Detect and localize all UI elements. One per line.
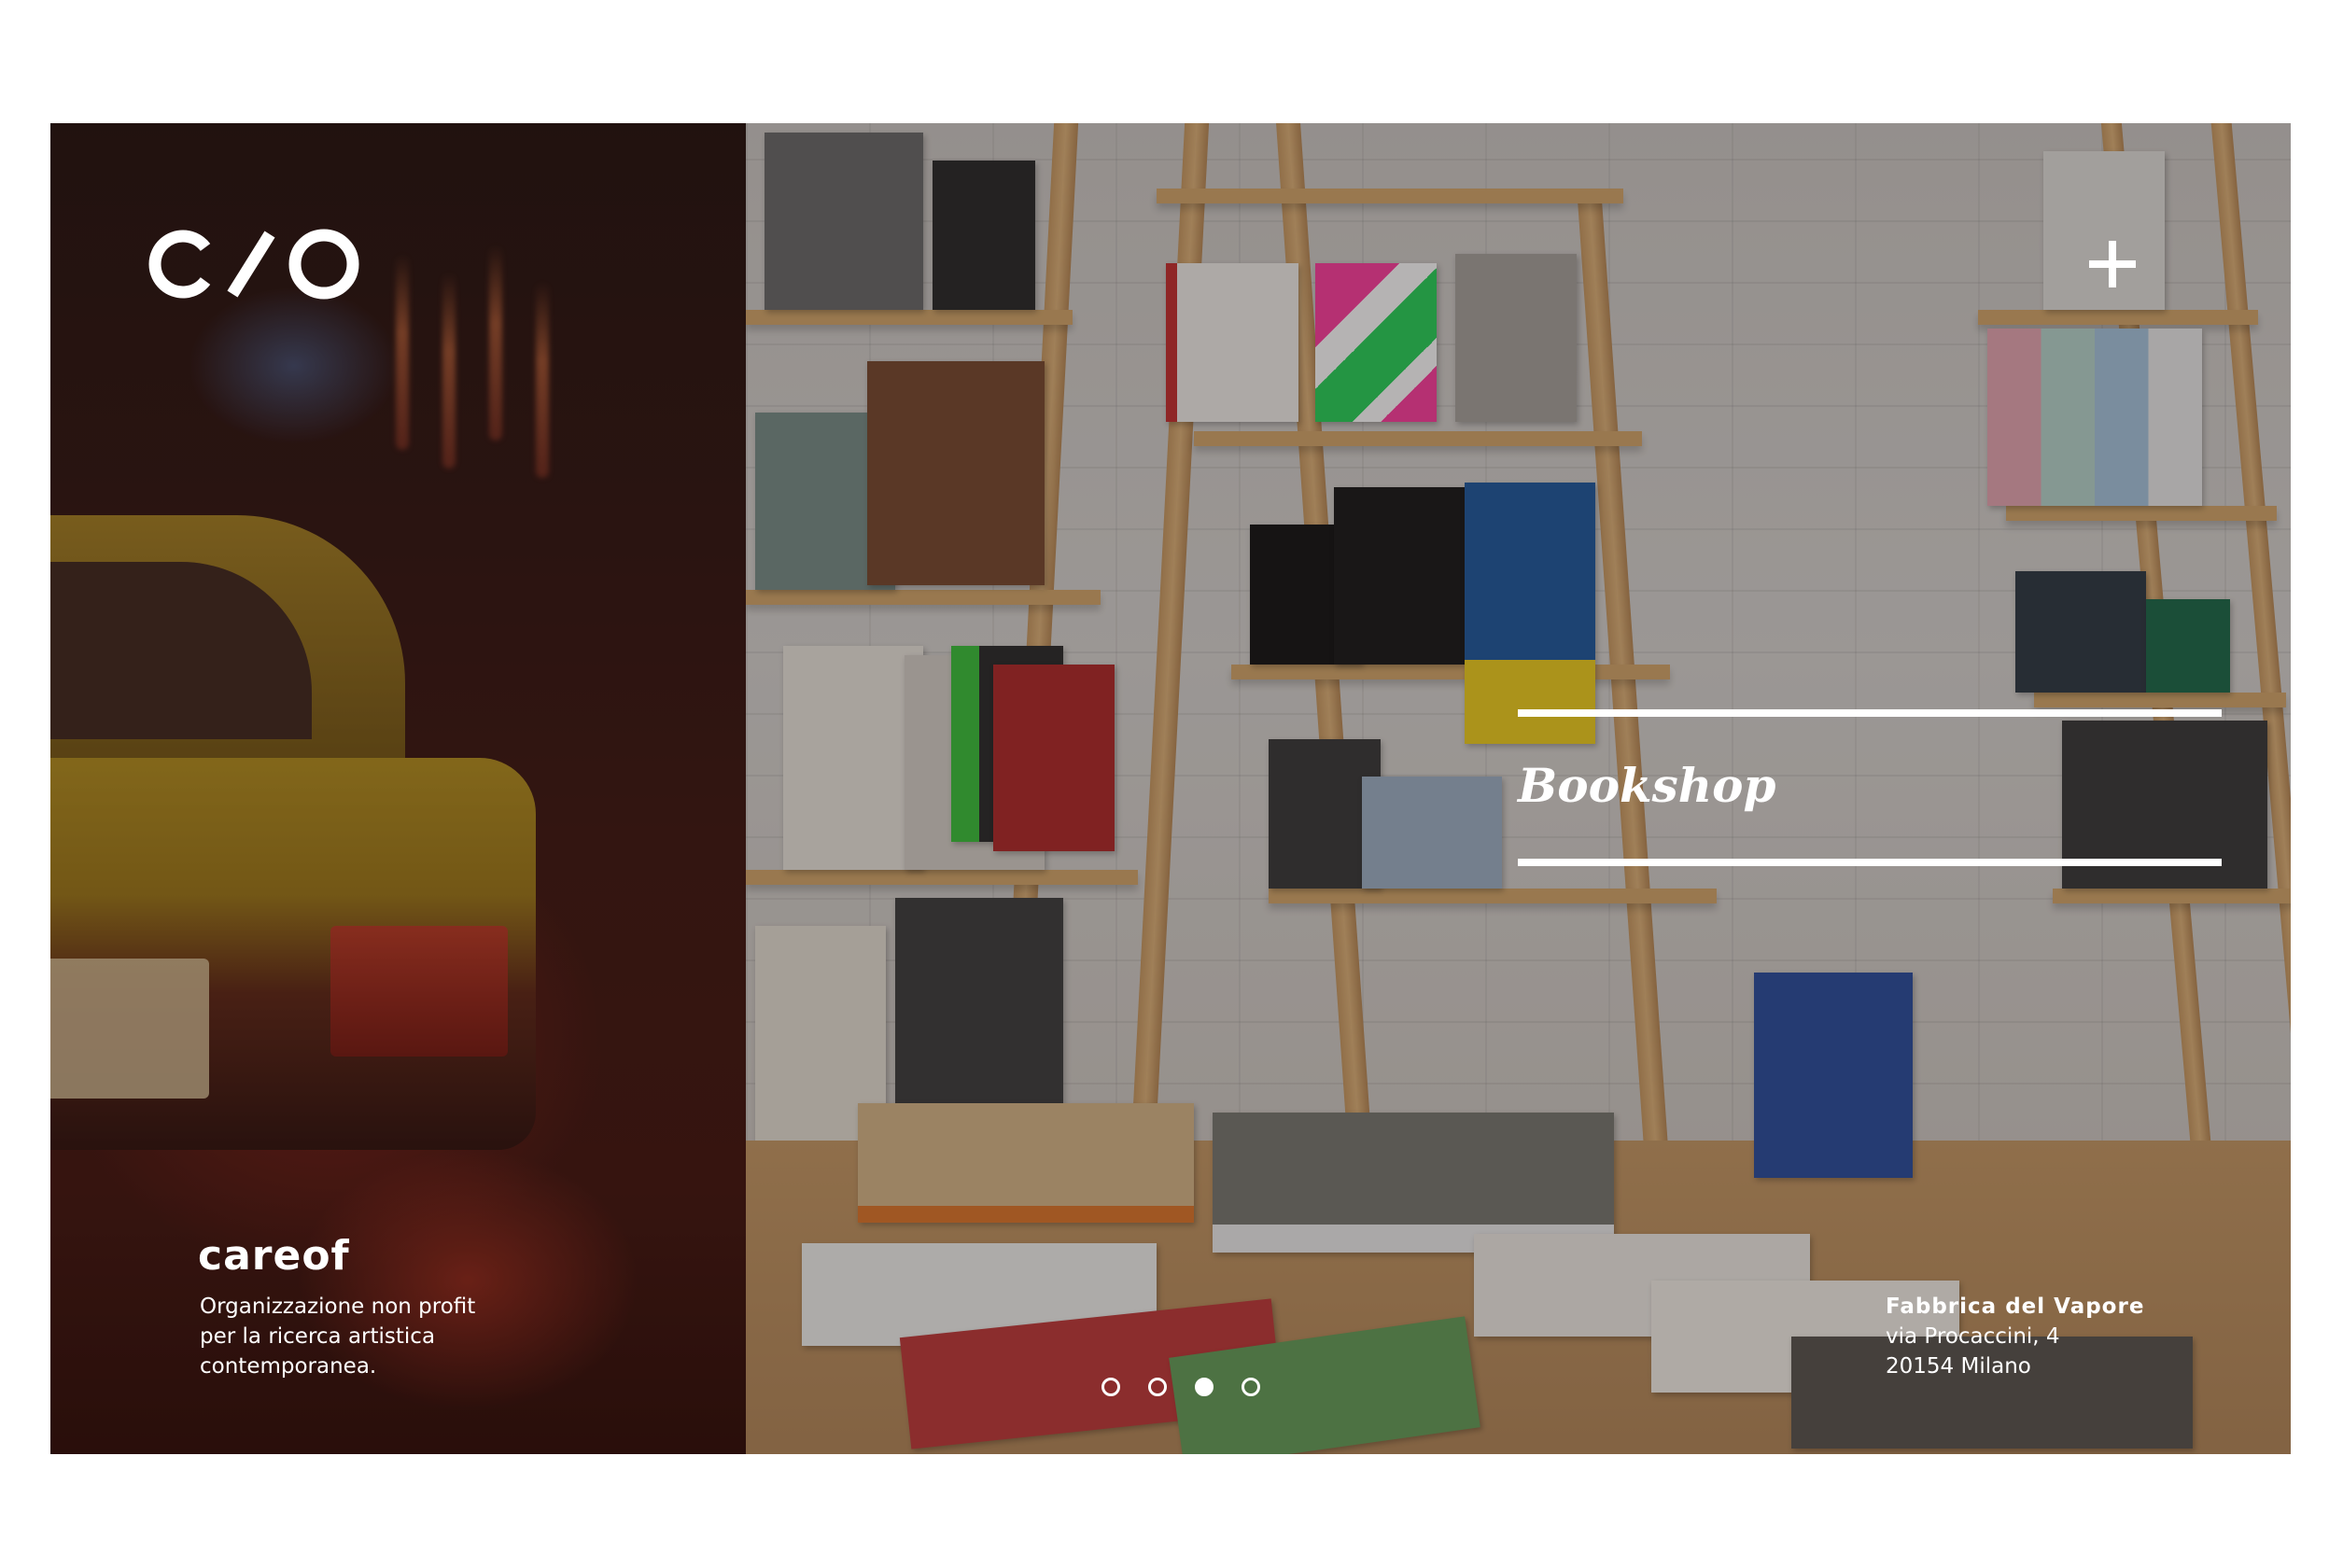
slider-pagination — [1101, 1378, 1260, 1396]
title-rule-bottom — [1518, 859, 2222, 866]
slider-dot-3[interactable] — [1195, 1378, 1214, 1396]
address-street: via Procaccini, 4 — [1886, 1324, 2060, 1349]
logo-c-shape — [148, 230, 211, 299]
left-overlay — [50, 123, 746, 1454]
address-city: 20154 Milano — [1886, 1354, 2031, 1379]
slider-dot-2[interactable] — [1148, 1378, 1167, 1396]
section-title[interactable]: Bookshop — [1518, 758, 1775, 813]
careof-logo[interactable] — [144, 229, 368, 300]
plus-icon-vertical — [2109, 241, 2116, 287]
plus-icon[interactable] — [2089, 241, 2136, 287]
brand-description-line: contemporanea. — [200, 1354, 377, 1379]
title-rule-top — [1518, 709, 2222, 717]
address-block: Fabbrica del Vapore via Procaccini, 4 20… — [1886, 1292, 2144, 1381]
brand-description-line: per la ricerca artistica — [200, 1324, 436, 1349]
brand-description: Organizzazione non profit per la ricerca… — [200, 1292, 536, 1381]
brand-name: careof — [198, 1232, 350, 1280]
section-title-block[interactable]: Bookshop — [1518, 709, 2222, 868]
logo-o-shape — [288, 229, 359, 300]
slider-dot-4[interactable] — [1242, 1378, 1260, 1396]
slider-dot-1[interactable] — [1101, 1378, 1120, 1396]
left-photo-panel — [50, 123, 746, 1454]
brand-description-line: Organizzazione non profit — [200, 1295, 476, 1319]
address-venue: Fabbrica del Vapore — [1886, 1295, 2145, 1319]
logo-slash-shape — [227, 231, 275, 298]
